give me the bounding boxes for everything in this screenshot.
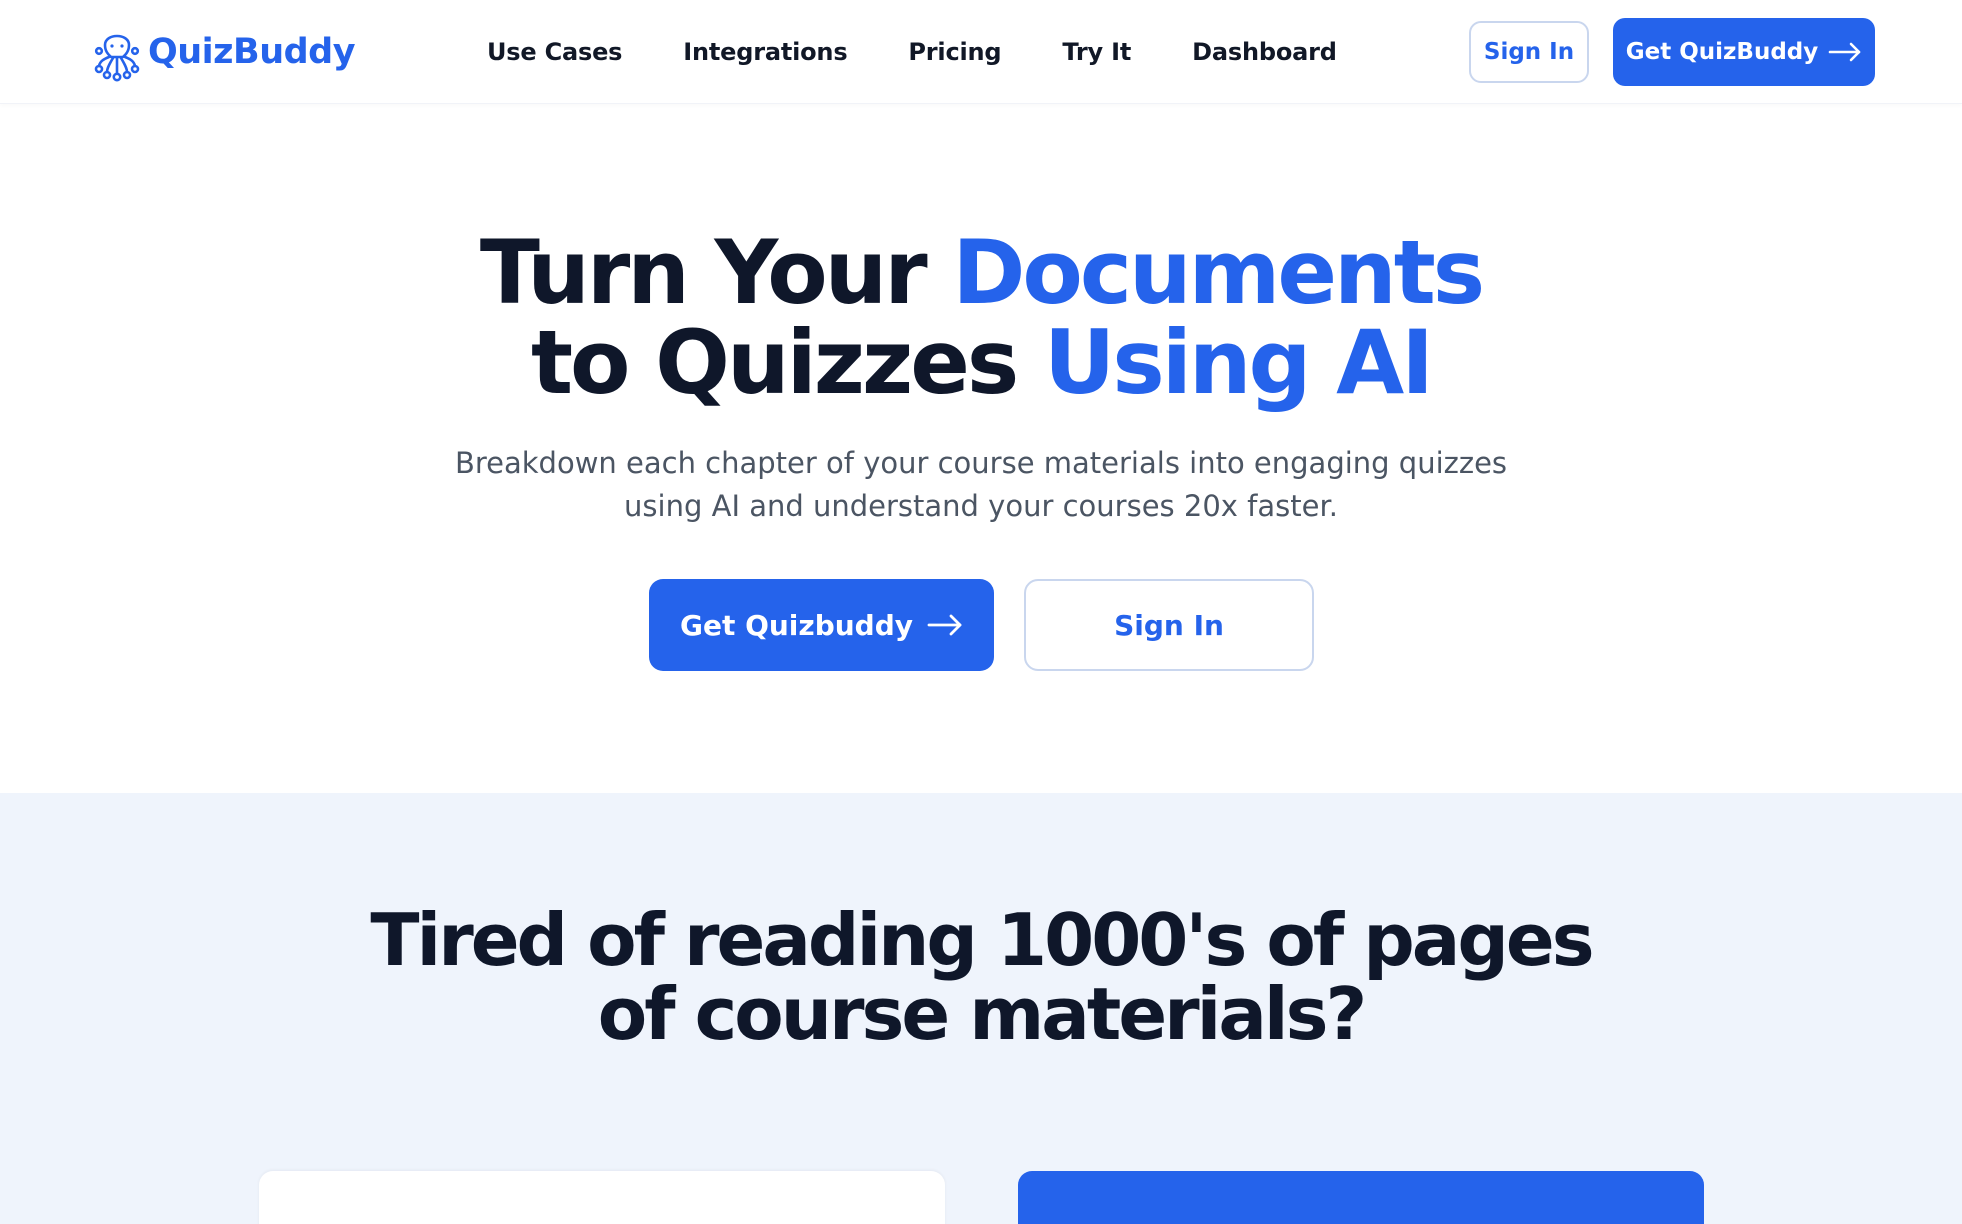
nav-link-dashboard[interactable]: Dashboard: [1192, 38, 1337, 66]
nav-link-integrations[interactable]: Integrations: [683, 38, 847, 66]
hero-cta-label: Get Quizbuddy: [679, 608, 914, 642]
hero-get-quizbuddy-button[interactable]: Get Quizbuddy: [649, 579, 994, 671]
nav-sign-in-button[interactable]: Sign In: [1469, 21, 1589, 83]
nav-cta-label: Get QuizBuddy: [1625, 39, 1819, 65]
nav-link-use-cases[interactable]: Use Cases: [487, 38, 622, 66]
nav-sign-in-label: Sign In: [1483, 39, 1575, 65]
arrow-right-icon: [1828, 42, 1861, 62]
hero-title-line-2-plain: to Quizzes: [530, 311, 1044, 414]
arrow-right-icon: [927, 614, 962, 636]
hero-title-line-2: to Quizzes Using AI: [0, 318, 1962, 408]
nav-link-try-it[interactable]: Try It: [1062, 38, 1131, 66]
nav-link-pricing[interactable]: Pricing: [908, 38, 1001, 66]
brand-logo-link[interactable]: QuizBuddy: [94, 20, 356, 84]
problem-title-line-2: of course materials?: [597, 972, 1367, 1056]
octopus-logo-icon: [94, 34, 140, 82]
hero-subtitle: Breakdown each chapter of your course ma…: [380, 442, 1582, 528]
nav-links: Use Cases Integrations Pricing Try It Da…: [487, 30, 1337, 74]
problem-title-line-1: Tired of reading 1000's of pages: [370, 898, 1594, 982]
problem-title: Tired of reading 1000's of pages of cour…: [0, 903, 1962, 1051]
problem-section: Tired of reading 1000's of pages of cour…: [0, 793, 1962, 1224]
hero-sign-in-button[interactable]: Sign In: [1024, 579, 1314, 671]
problem-card-right: [1018, 1171, 1704, 1224]
hero-title: Turn Your Documents to Quizzes Using AI: [0, 228, 1962, 408]
landing-page: QuizBuddy Use Cases Integrations Pricing…: [0, 0, 1962, 1224]
hero-title-line-1-accent: Documents: [952, 221, 1485, 324]
brand-name: QuizBuddy: [148, 32, 356, 72]
hero-subtitle-line-1: Breakdown each chapter of your course ma…: [454, 446, 1508, 480]
hero-title-line-1: Turn Your Documents: [0, 228, 1962, 318]
hero-sign-in-label: Sign In: [1114, 608, 1224, 642]
problem-card-left: [259, 1171, 945, 1224]
top-navbar: QuizBuddy Use Cases Integrations Pricing…: [0, 0, 1962, 104]
hero-title-line-2-accent: Using AI: [1043, 311, 1434, 414]
nav-get-quizbuddy-button[interactable]: Get QuizBuddy: [1613, 18, 1875, 86]
hero-title-line-1-plain: Turn Your: [479, 221, 953, 324]
hero-subtitle-line-2: using AI and understand your courses 20x…: [624, 489, 1338, 523]
